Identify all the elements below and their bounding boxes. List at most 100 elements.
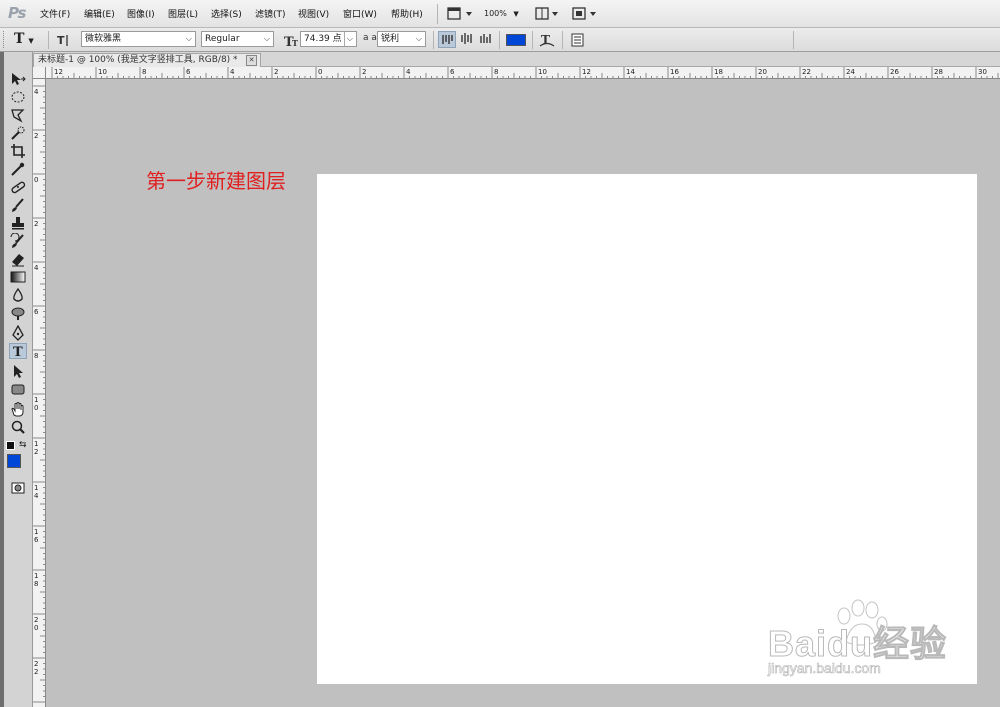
foreground-color-swatch[interactable]: [7, 454, 21, 468]
shape-tool-icon[interactable]: [9, 381, 27, 397]
text-orientation-icon: T: [57, 34, 68, 47]
ruler-label: 4: [230, 68, 235, 76]
font-size-input[interactable]: 74.39 点 ⌵: [300, 31, 357, 47]
dodge-tool-icon[interactable]: [9, 305, 27, 321]
menu-image[interactable]: 图像(I): [127, 7, 155, 20]
warp-text-button[interactable]: T: [539, 32, 555, 48]
ruler-label: 16: [34, 528, 39, 544]
menubar-separator: [437, 4, 438, 24]
ruler-label: 12: [54, 68, 63, 76]
bridge-icon: [447, 7, 472, 20]
marquee-tool-icon[interactable]: [9, 89, 27, 105]
ruler-label: 12: [582, 68, 591, 76]
ruler-label: 6: [450, 68, 455, 76]
gradient-tool-icon[interactable]: [9, 269, 27, 285]
zoom-level-menu[interactable]: 100% ▼: [484, 6, 524, 21]
tool-preset-picker[interactable]: T ▼: [14, 31, 44, 48]
type-tool-icon: T: [14, 31, 25, 47]
align-right-icon: [480, 34, 491, 43]
ruler-label: 26: [890, 68, 899, 76]
lasso-tool-icon[interactable]: [9, 107, 27, 123]
watermark-url: jingyan.baidu.com: [768, 660, 881, 677]
preset-dropdown-icon: ▼: [28, 36, 34, 45]
menu-filter[interactable]: 滤镜(T): [255, 7, 286, 20]
menu-edit[interactable]: 编辑(E): [84, 7, 115, 20]
healing-brush-tool-icon[interactable]: [9, 179, 27, 195]
ruler-label: 4: [34, 88, 39, 96]
align-center-button[interactable]: [458, 31, 476, 48]
ruler-label: 2: [274, 68, 279, 76]
menu-window[interactable]: 窗口(W): [343, 7, 377, 20]
antialias-select[interactable]: 锐利 ⌵: [377, 31, 426, 47]
pen-tool-icon[interactable]: [9, 324, 27, 341]
menu-file[interactable]: 文件(F): [40, 7, 70, 20]
vertical-ruler[interactable]: 4 2 0 2 4 6 8 10 12 14 16 18 20 22: [33, 79, 46, 707]
clone-stamp-tool-icon[interactable]: [9, 215, 27, 231]
zoom-tool-icon[interactable]: [9, 419, 27, 435]
options-separator: [532, 31, 533, 49]
svg-text:T: T: [57, 34, 65, 47]
ruler-label: 6: [34, 308, 39, 316]
quick-mask-icon[interactable]: [9, 480, 27, 496]
options-separator: [793, 31, 794, 49]
font-family-value: 微软雅黑: [85, 34, 122, 44]
font-size-value: 74.39 点: [304, 34, 342, 44]
options-grip: [3, 31, 7, 48]
default-colors-icon[interactable]: [6, 441, 15, 450]
menu-layer[interactable]: 图层(L): [168, 7, 198, 20]
options-separator: [48, 31, 49, 49]
menu-select[interactable]: 选择(S): [211, 7, 242, 20]
ruler-label: 0: [318, 68, 323, 76]
arrange-documents-button[interactable]: [534, 6, 564, 21]
brush-tool-icon[interactable]: [9, 197, 27, 213]
path-select-tool-icon[interactable]: [9, 363, 27, 379]
chevron-down-icon: ⌵: [185, 34, 192, 43]
align-right-button[interactable]: [477, 31, 495, 48]
menu-bar: Ps 文件(F) 编辑(E) 图像(I) 图层(L) 选择(S) 滤镜(T) 视…: [0, 0, 1000, 28]
ruler-label: 2: [362, 68, 367, 76]
ruler-label: 14: [34, 484, 39, 500]
ruler-label: 8: [34, 352, 39, 360]
align-left-button[interactable]: [438, 31, 456, 48]
menu-help[interactable]: 帮助(H): [391, 7, 423, 20]
menu-view[interactable]: 视图(V): [298, 7, 329, 20]
font-style-select[interactable]: Regular ⌵: [201, 31, 274, 47]
screen-mode-icon: [572, 7, 596, 20]
launch-bridge-button[interactable]: [446, 6, 476, 21]
document-tab[interactable]: 未标题-1 @ 100% (我是文字竖排工具, RGB/8) * ✕: [33, 53, 261, 67]
character-panel-button[interactable]: [570, 32, 586, 48]
eraser-tool-icon[interactable]: [9, 251, 27, 267]
crop-tool-icon[interactable]: [9, 143, 27, 159]
font-family-select[interactable]: 微软雅黑 ⌵: [81, 31, 196, 47]
ruler-label: 18: [34, 572, 39, 588]
ruler-label: 10: [34, 396, 39, 412]
blur-tool-icon[interactable]: [9, 287, 27, 303]
warp-text-icon: T: [539, 33, 555, 47]
options-bar: T ▼ T 微软雅黑 ⌵ Regular ⌵ TT 74.39 点 ⌵ a a 锐利 ⌵ …: [0, 28, 1000, 52]
swap-colors-icon[interactable]: ⇆: [19, 440, 27, 450]
ruler-origin[interactable]: [33, 67, 46, 79]
font-size-icon: TT: [284, 32, 300, 50]
step-annotation: 第一步新建图层: [146, 169, 286, 193]
horizontal-ruler[interactable]: 12 10 8 6 4 2 0 2 4 6 8 10 12 14 16 18 2…: [46, 67, 1000, 79]
quick-select-tool-icon[interactable]: [9, 125, 27, 141]
arrange-icon: [535, 7, 558, 20]
zoom-level-value: 100%: [484, 9, 507, 18]
eyedropper-tool-icon[interactable]: [9, 161, 27, 177]
close-icon[interactable]: ✕: [246, 55, 257, 66]
tools-panel-grip[interactable]: [0, 52, 4, 707]
zoom-dropdown-icon: ▼: [513, 10, 519, 18]
ruler-label: 2: [34, 220, 39, 228]
hand-tool-icon[interactable]: [9, 401, 27, 417]
text-color-swatch[interactable]: [506, 34, 526, 46]
screen-mode-button[interactable]: [571, 6, 601, 21]
ruler-label: 20: [34, 616, 39, 632]
ruler-label: 22: [34, 660, 39, 676]
chevron-down-icon: ⌵: [343, 32, 353, 46]
ruler-label: 20: [758, 68, 767, 76]
type-tool-icon[interactable]: T: [9, 343, 27, 360]
ruler-label: 8: [142, 68, 147, 76]
history-brush-tool-icon[interactable]: [9, 232, 27, 249]
toggle-orientation-button[interactable]: T: [55, 32, 71, 48]
move-tool-icon[interactable]: [9, 71, 27, 87]
